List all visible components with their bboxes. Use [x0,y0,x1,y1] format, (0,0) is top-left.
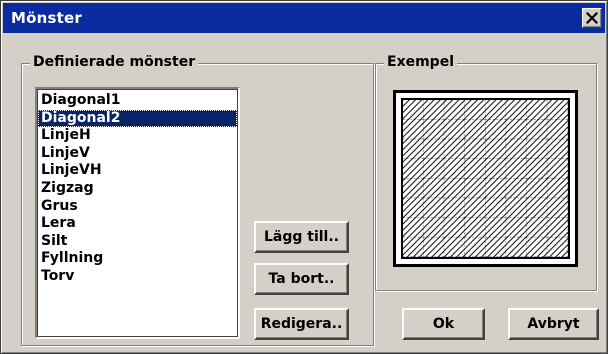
list-item[interactable]: LinjeV [38,145,237,163]
edit-pattern-button[interactable]: Redigera.. [254,308,349,340]
pattern-preview-swatch [401,98,570,259]
ok-button[interactable]: Ok [402,308,485,340]
list-item[interactable]: Grus [38,198,237,216]
list-item[interactable]: Diagonal2 [38,109,237,128]
crosshatch-pattern-image [403,100,568,257]
list-item[interactable]: LinjeH [38,127,237,145]
remove-pattern-button[interactable]: Ta bort.. [254,263,349,295]
example-legend: Exempel [384,54,457,70]
list-item[interactable]: Zigzag [38,180,237,198]
monster-dialog: Mönster Definierade mönster Diagonal1 Dia… [0,0,608,354]
list-item[interactable]: Fyllning [38,250,237,268]
window-title: Mönster [11,9,82,27]
list-item[interactable]: LinjeVH [38,162,237,180]
pattern-preview [393,90,578,267]
defined-patterns-legend: Definierade mönster [30,54,199,70]
list-item[interactable]: Torv [38,268,237,286]
title-bar[interactable]: Mönster [3,3,605,33]
add-pattern-button[interactable]: Lägg till.. [254,221,349,253]
list-item[interactable]: Lera [38,215,237,233]
list-item[interactable]: Diagonal1 [38,92,237,110]
list-item[interactable]: Silt [38,233,237,251]
close-icon [586,12,598,24]
pattern-listbox[interactable]: Diagonal1 Diagonal2 LinjeH LinjeV LinjeVH Zig… [35,87,240,339]
cancel-button[interactable]: Avbryt [508,308,599,340]
close-button[interactable] [582,8,602,28]
